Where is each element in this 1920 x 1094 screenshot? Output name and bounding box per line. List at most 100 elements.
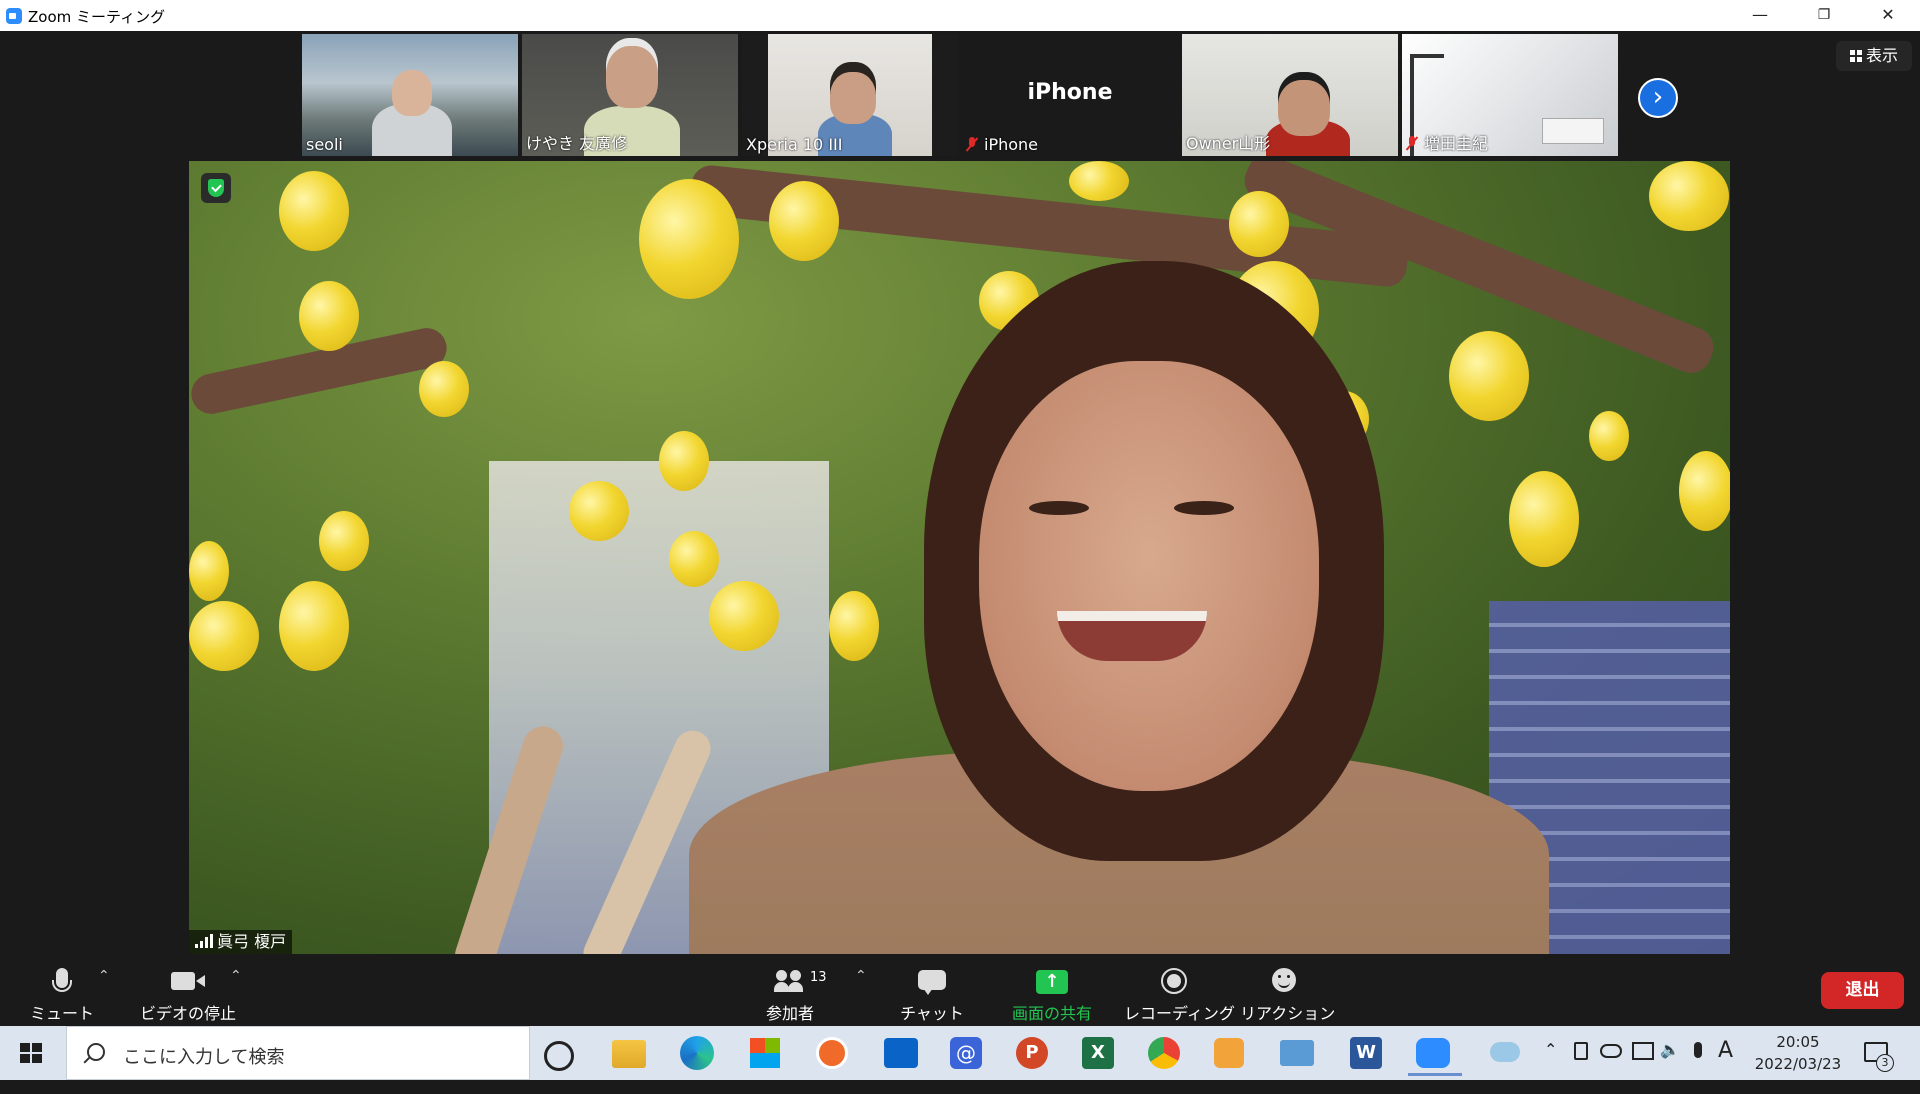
mute-options-caret-icon[interactable]: ⌃ bbox=[98, 968, 110, 984]
participants-label: 参加者 bbox=[765, 1004, 814, 1023]
share-screen-button[interactable]: ↑ 画面の共有 bbox=[1002, 964, 1102, 1024]
ime-indicator[interactable]: A bbox=[1718, 1038, 1733, 1092]
lemon bbox=[1069, 161, 1129, 201]
chevron-right-icon: › bbox=[1652, 82, 1664, 112]
speaker-name-tag: 眞弓 榎戸 bbox=[189, 930, 293, 954]
powerpoint-icon[interactable]: P bbox=[1016, 1037, 1048, 1069]
participant-tile[interactable]: seoli bbox=[302, 34, 518, 156]
participant-tile[interactable]: 増田圭紀 bbox=[1402, 34, 1618, 156]
participant-name: 増田圭紀 bbox=[1424, 134, 1489, 153]
close-button[interactable]: ✕ bbox=[1856, 0, 1920, 31]
speaker-video: 眞弓 榎戸 bbox=[189, 161, 1730, 954]
grid-view-icon bbox=[1849, 50, 1862, 62]
participant-name: iPhone bbox=[984, 135, 1039, 154]
participant-tile[interactable]: Owner山形 bbox=[1182, 34, 1398, 156]
outlook-icon[interactable] bbox=[884, 1038, 918, 1068]
chrome-icon[interactable] bbox=[1148, 1037, 1180, 1069]
lemon bbox=[829, 591, 879, 661]
media-player-icon[interactable] bbox=[1214, 1038, 1244, 1068]
participant-name-row: iPhone bbox=[966, 135, 1038, 154]
lemon bbox=[1679, 451, 1730, 531]
lemon bbox=[769, 181, 839, 261]
meeting-toolbar: ミュート ⌃ ビデオの停止 ⌃ 13 参加者 ⌃ チャット ↑ 画面の共有 レコ… bbox=[0, 958, 1920, 1026]
lemon bbox=[1229, 191, 1289, 257]
participants-button[interactable]: 13 参加者 bbox=[750, 964, 830, 1024]
notification-count: 3 bbox=[1876, 1054, 1894, 1072]
store-icon[interactable] bbox=[750, 1038, 780, 1068]
microphone-tray-icon[interactable] bbox=[1694, 1042, 1702, 1058]
mic-muted-icon bbox=[1406, 136, 1418, 150]
tray-overflow-chevron-icon[interactable]: ⌃ bbox=[1544, 1040, 1557, 1094]
emoji-reaction-icon bbox=[1272, 968, 1296, 992]
participant-tile[interactable]: iPhone iPhone bbox=[962, 34, 1178, 156]
volume-icon[interactable]: 🔈 bbox=[1660, 1040, 1680, 1094]
view-button-label: 表示 bbox=[1865, 46, 1898, 65]
mail-icon[interactable]: @ bbox=[950, 1037, 982, 1069]
lemon bbox=[319, 511, 369, 571]
lemon bbox=[189, 601, 259, 671]
participants-count: 13 bbox=[810, 970, 827, 985]
participant-face bbox=[606, 46, 658, 108]
participant-name: けやき 友廣修 bbox=[526, 134, 628, 153]
participant-name: Owner山形 bbox=[1186, 134, 1271, 153]
speaker-face bbox=[979, 361, 1319, 791]
signal-strength-icon bbox=[195, 934, 213, 948]
device-icon[interactable] bbox=[1574, 1042, 1588, 1060]
security-shield-icon[interactable] bbox=[201, 173, 231, 203]
app-orange-icon[interactable] bbox=[816, 1037, 848, 1069]
lemon bbox=[639, 179, 739, 299]
windows-start-icon[interactable] bbox=[20, 1043, 42, 1063]
restore-button[interactable]: ❐ bbox=[1792, 0, 1856, 31]
onedrive-cloud-icon[interactable] bbox=[1600, 1044, 1622, 1058]
clock-date: 2022/03/23 bbox=[1754, 1055, 1842, 1073]
title-bar: Zoom ミーティング — ❐ ✕ bbox=[0, 0, 1920, 31]
minimize-button[interactable]: — bbox=[1728, 0, 1792, 31]
task-view-icon[interactable] bbox=[544, 1041, 574, 1071]
chat-button[interactable]: チャット bbox=[892, 964, 972, 1024]
record-label: レコーディング bbox=[1124, 1004, 1235, 1023]
word-icon[interactable]: W bbox=[1350, 1037, 1382, 1069]
share-screen-label: 画面の共有 bbox=[1011, 1004, 1092, 1023]
microphone-icon bbox=[52, 968, 72, 992]
lemon bbox=[569, 481, 629, 541]
mute-label: ミュート bbox=[30, 1004, 95, 1023]
participant-name-row: 増田圭紀 bbox=[1406, 130, 1488, 154]
clock-time: 20:05 bbox=[1776, 1033, 1820, 1051]
participant-tile[interactable]: Xperia 10 III bbox=[742, 34, 958, 156]
share-screen-icon: ↑ bbox=[1036, 970, 1068, 994]
search-placeholder: ここに入力して検索 bbox=[123, 1047, 285, 1068]
lemon bbox=[1649, 161, 1729, 231]
weather-icon[interactable] bbox=[1490, 1042, 1520, 1062]
chat-label: チャット bbox=[900, 1004, 964, 1023]
file-explorer-icon[interactable] bbox=[612, 1040, 646, 1068]
participant-name: seoli bbox=[306, 135, 343, 154]
mute-button[interactable]: ミュート bbox=[30, 964, 94, 1024]
excel-icon[interactable]: X bbox=[1082, 1037, 1114, 1069]
reactions-label: リアクション bbox=[1240, 1004, 1336, 1023]
search-icon bbox=[87, 1043, 105, 1061]
network-icon[interactable] bbox=[1632, 1042, 1654, 1060]
taskbar-clock[interactable]: 20:05 2022/03/23 bbox=[1748, 1031, 1848, 1075]
lemon bbox=[299, 281, 359, 351]
speaker-name: 眞弓 榎戸 bbox=[217, 932, 287, 951]
record-button[interactable]: レコーディング bbox=[1124, 964, 1235, 1024]
zoom-icon[interactable] bbox=[1408, 1038, 1462, 1076]
lemon bbox=[419, 361, 469, 417]
speaker-eye bbox=[1174, 501, 1234, 515]
reactions-button[interactable]: リアクション bbox=[1240, 964, 1336, 1024]
leave-button[interactable]: 退出 bbox=[1821, 972, 1904, 1009]
view-button[interactable]: 表示 bbox=[1836, 41, 1912, 71]
network-app-icon[interactable] bbox=[1280, 1040, 1314, 1066]
taskbar-search-box[interactable]: ここに入力して検索 bbox=[66, 1026, 530, 1080]
participant-face bbox=[1278, 80, 1330, 136]
edge-icon[interactable] bbox=[680, 1036, 714, 1070]
speaker-eye bbox=[1029, 501, 1089, 515]
lemon bbox=[669, 531, 719, 587]
stop-video-button[interactable]: ビデオの停止 bbox=[138, 964, 238, 1024]
lemon bbox=[189, 541, 229, 601]
record-icon bbox=[1161, 968, 1187, 994]
next-page-button[interactable]: › bbox=[1638, 78, 1678, 118]
participant-tile[interactable]: けやき 友廣修 bbox=[522, 34, 738, 156]
video-options-caret-icon[interactable]: ⌃ bbox=[230, 968, 242, 984]
participants-options-caret-icon[interactable]: ⌃ bbox=[855, 968, 867, 984]
